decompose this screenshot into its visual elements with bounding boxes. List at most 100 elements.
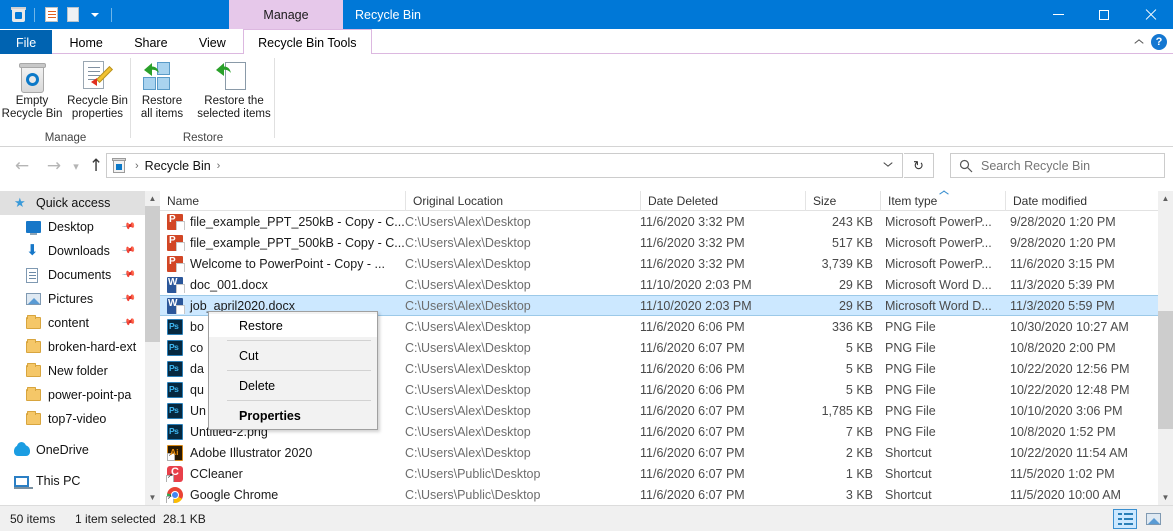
scroll-down-icon[interactable]: ▼ bbox=[145, 490, 160, 505]
help-icon[interactable]: ? bbox=[1151, 33, 1167, 50]
restore-all-items-button[interactable]: Restore all items bbox=[131, 54, 193, 124]
recycle-bin-icon[interactable] bbox=[8, 5, 28, 25]
empty-recycle-bin-button[interactable]: Empty Recycle Bin bbox=[0, 54, 64, 124]
cell-date-deleted: 11/6/2020 6:07 PM bbox=[640, 445, 745, 460]
tab-view[interactable]: View bbox=[185, 30, 240, 55]
column-headers: Name Original Location Date Deleted Size Ite… bbox=[160, 191, 1160, 211]
sidebar-item-top7-video[interactable]: top7-video bbox=[0, 407, 145, 431]
sidebar-item-new-folder[interactable]: New folder bbox=[0, 359, 145, 383]
scroll-up-icon[interactable]: ▲ bbox=[1158, 191, 1173, 206]
sidebar-item-content[interactable]: content 📌 bbox=[0, 311, 145, 335]
context-menu-item-cut[interactable]: Cut bbox=[209, 344, 377, 367]
file-name-label: Un bbox=[190, 403, 206, 418]
chevron-up-icon[interactable] bbox=[1134, 37, 1143, 46]
context-menu-item-restore[interactable]: Restore bbox=[209, 314, 377, 337]
thumbnails-view-icon[interactable] bbox=[1141, 509, 1165, 529]
cell-date-modified: 10/22/2020 12:48 PM bbox=[1010, 382, 1130, 397]
table-row[interactable]: file_example_PPT_250kB - Copy - C...C:\U… bbox=[160, 211, 1160, 232]
scroll-up-icon[interactable]: ▲ bbox=[145, 191, 160, 206]
file-name-label: Adobe Illustrator 2020 bbox=[190, 445, 313, 460]
restore-selected-items-button[interactable]: Restore the selected items bbox=[193, 54, 275, 124]
tab-recycle-bin-tools[interactable]: Recycle Bin Tools bbox=[243, 29, 372, 55]
cell-size: 243 KB bbox=[831, 214, 873, 229]
sidebar-item-label: content bbox=[48, 316, 90, 330]
sidebar-item-pictures[interactable]: Pictures 📌 bbox=[0, 287, 145, 311]
breadcrumb[interactable]: › Recycle Bin › bbox=[106, 153, 903, 178]
context-menu-item-properties[interactable]: Properties bbox=[209, 404, 377, 427]
up-arrow-icon[interactable]: ↑ bbox=[84, 154, 108, 178]
table-row[interactable]: Welcome to PowerPoint - Copy - ... C:\Use… bbox=[160, 253, 1160, 274]
close-button[interactable] bbox=[1127, 0, 1173, 29]
recycle-bin-icon bbox=[111, 157, 127, 174]
window-controls bbox=[1035, 0, 1173, 29]
scrollbar-thumb[interactable] bbox=[1158, 311, 1173, 429]
pin-icon[interactable]: 📌 bbox=[121, 315, 136, 330]
status-item-count: 50 items bbox=[10, 512, 56, 526]
table-row[interactable]: Google Chrome C:\Users\Public\Desktop 11/6… bbox=[160, 484, 1160, 505]
sidebar-item-desktop[interactable]: Desktop 📌 bbox=[0, 215, 145, 239]
sidebar-item-documents[interactable]: Documents 📌 bbox=[0, 263, 145, 287]
cell-original-location: C:\Users\Alex\Desktop bbox=[405, 403, 531, 418]
page-icon[interactable] bbox=[63, 5, 83, 25]
maximize-button[interactable] bbox=[1081, 0, 1127, 29]
sidebar-item-broken-hard-ext[interactable]: broken-hard-ext bbox=[0, 335, 145, 359]
column-header-size[interactable]: Size bbox=[805, 191, 880, 211]
refresh-icon[interactable]: ↻ bbox=[904, 153, 934, 178]
table-row[interactable]: file_example_PPT_500kB - Copy - C...C:\U… bbox=[160, 232, 1160, 253]
chevron-down-icon[interactable] bbox=[85, 5, 105, 25]
navigation-pane-scrollbar[interactable]: ▲ ▼ bbox=[145, 191, 160, 505]
pin-icon[interactable]: 📌 bbox=[121, 219, 136, 234]
quick-access-toolbar bbox=[8, 0, 116, 29]
column-header-original-location[interactable]: Original Location bbox=[405, 191, 640, 211]
sidebar-item-label: New folder bbox=[48, 364, 108, 378]
breadcrumb-separator-1[interactable]: › bbox=[129, 160, 145, 172]
context-menu-item-delete[interactable]: Delete bbox=[209, 374, 377, 397]
breadcrumb-separator-2[interactable]: › bbox=[211, 160, 227, 172]
column-header-name[interactable]: Name bbox=[160, 191, 405, 211]
cell-item-type: PNG File bbox=[885, 340, 936, 355]
chevron-down-icon[interactable] bbox=[873, 154, 901, 177]
table-row[interactable]: doc_001.docx C:\Users\Alex\Desktop 11/10/2… bbox=[160, 274, 1160, 295]
back-arrow-icon[interactable]: ← bbox=[10, 154, 34, 178]
file-list-scrollbar[interactable]: ▲ ▼ bbox=[1158, 191, 1173, 505]
table-row[interactable]: CCleaner C:\Users\Public\Desktop 11/6/2020… bbox=[160, 463, 1160, 484]
breadcrumb-item-recycle-bin[interactable]: Recycle Bin bbox=[145, 159, 211, 173]
sidebar-item-power-point-pa[interactable]: power-point-pa bbox=[0, 383, 145, 407]
tab-file[interactable]: File bbox=[0, 30, 53, 55]
illustrator-shortcut-icon bbox=[167, 444, 183, 461]
search-input[interactable] bbox=[979, 157, 1149, 174]
minimize-button[interactable] bbox=[1035, 0, 1081, 29]
cell-item-type: PNG File bbox=[885, 319, 936, 334]
column-header-date-modified[interactable]: Date modified bbox=[1005, 191, 1160, 211]
column-header-label: Original Location bbox=[413, 194, 504, 208]
pin-icon[interactable]: 📌 bbox=[121, 243, 136, 258]
forward-arrow-icon[interactable]: → bbox=[42, 154, 66, 178]
sidebar-item-onedrive[interactable]: OneDrive bbox=[0, 438, 145, 462]
sidebar-item-downloads[interactable]: ⬇ Downloads 📌 bbox=[0, 239, 145, 263]
cell-date-modified: 10/22/2020 11:54 AM bbox=[1010, 445, 1128, 460]
search-box[interactable] bbox=[950, 153, 1165, 178]
contextual-tab-group-manage[interactable]: Manage bbox=[229, 0, 343, 29]
tab-home[interactable]: Home bbox=[56, 30, 117, 55]
scrollbar-thumb[interactable] bbox=[145, 206, 160, 342]
cell-date-modified: 11/5/2020 10:00 AM bbox=[1010, 487, 1121, 502]
sidebar-item-quick-access[interactable]: ★ Quick access bbox=[0, 191, 145, 215]
column-header-date-deleted[interactable]: Date Deleted bbox=[640, 191, 805, 211]
photoshop-file-icon bbox=[167, 339, 183, 356]
ccleaner-shortcut-icon bbox=[166, 465, 183, 482]
cell-date-modified: 10/8/2020 2:00 PM bbox=[1010, 340, 1116, 355]
details-view-icon[interactable] bbox=[1113, 509, 1137, 529]
column-header-item-type[interactable]: Item type bbox=[880, 191, 1005, 211]
cell-original-location: C:\Users\Alex\Desktop bbox=[405, 298, 531, 313]
pin-icon[interactable]: 📌 bbox=[121, 267, 136, 282]
scroll-down-icon[interactable]: ▼ bbox=[1158, 490, 1173, 505]
pin-icon[interactable]: 📌 bbox=[121, 291, 136, 306]
cell-item-type: PNG File bbox=[885, 382, 936, 397]
properties-icon[interactable] bbox=[41, 5, 61, 25]
recycle-bin-properties-button[interactable]: Recycle Bin properties bbox=[64, 54, 131, 124]
photoshop-file-icon bbox=[167, 381, 183, 398]
sidebar-item-this-pc[interactable]: This PC bbox=[0, 469, 145, 493]
table-row[interactable]: Adobe Illustrator 2020 C:\Users\Alex\Desk… bbox=[160, 442, 1160, 463]
cell-original-location: C:\Users\Alex\Desktop bbox=[405, 424, 531, 439]
tab-share[interactable]: Share bbox=[120, 30, 181, 55]
